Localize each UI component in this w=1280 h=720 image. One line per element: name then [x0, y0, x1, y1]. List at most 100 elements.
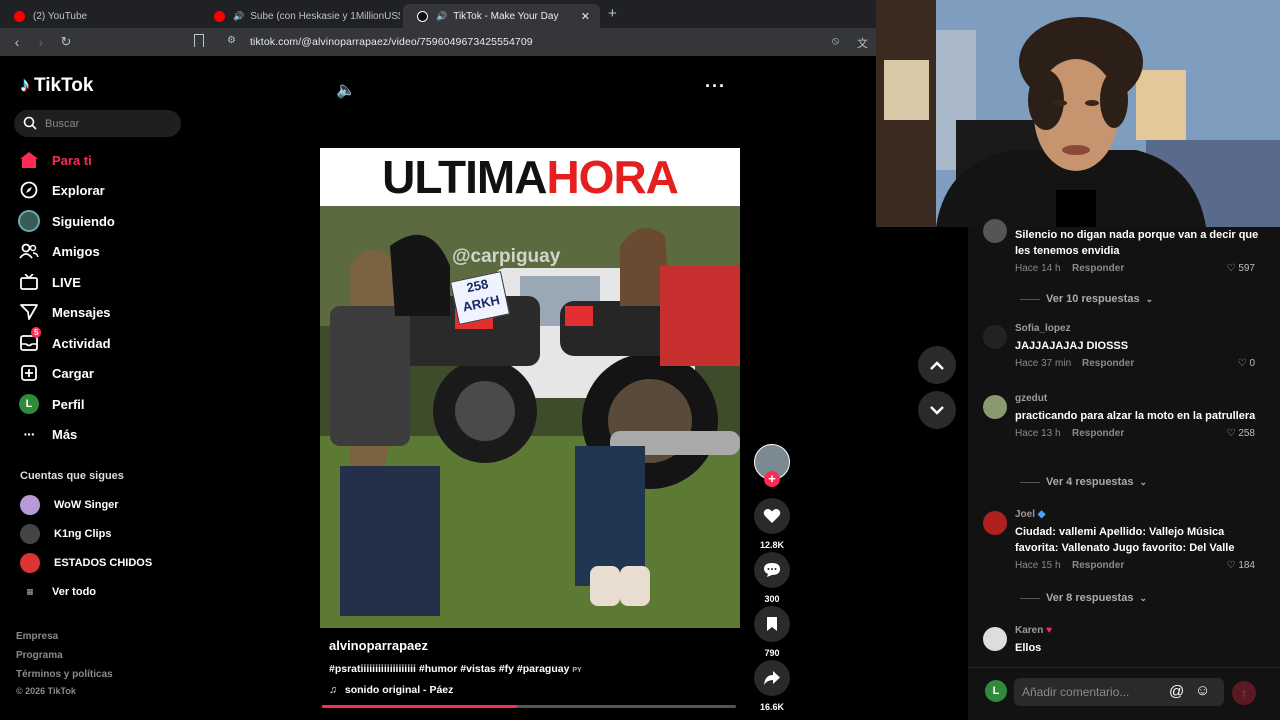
video-progress-track[interactable] [322, 705, 736, 708]
avatar[interactable] [983, 325, 1007, 349]
comment-meta: Hace 14 h Responder ♡ 597 [1015, 263, 1255, 274]
comment-like-button[interactable]: ♡ 184 [1227, 560, 1255, 571]
avatar[interactable] [983, 395, 1007, 419]
tiktok-logo[interactable]: ♪ TikTok [20, 74, 93, 97]
comment-text: Silencio no digan nada porque van a deci… [1015, 229, 1259, 257]
tab-youtube[interactable]: (2) YouTube [0, 4, 200, 28]
following-item[interactable]: K1ng Clips [20, 524, 111, 544]
webcam-image [876, 0, 1280, 227]
send-comment-button[interactable]: ↑ [1232, 681, 1256, 705]
forward-icon[interactable]: › [32, 33, 50, 51]
tracking-protection-icon[interactable]: ⦸ [832, 35, 839, 48]
reply-button[interactable]: Responder [1072, 560, 1124, 571]
youtube-icon [214, 10, 225, 22]
address-bar-row: ‹ › ↻ ⚙ tiktok.com/@alvinoparrapaez/vide… [0, 28, 876, 56]
new-tab-button[interactable]: + [608, 5, 617, 22]
tiktok-note-icon: ♪ [20, 74, 30, 96]
bookmark-button[interactable]: 790 [753, 606, 791, 658]
like-button[interactable]: 12.8K [753, 498, 791, 550]
reload-icon[interactable]: ↻ [57, 33, 75, 51]
follow-plus-icon[interactable]: + [764, 471, 780, 487]
nav-para-ti[interactable]: Para ti [18, 149, 92, 171]
comment-meta: Hace 37 min Responder ♡ 0 [1015, 358, 1255, 369]
view-replies-button[interactable]: Ver 8 respuestas ⌄ [1020, 592, 1147, 604]
back-icon[interactable]: ‹ [8, 33, 26, 51]
comment-item: Joel ◆ Ciudad: vallemi Apellido: Vallejo… [983, 509, 1260, 574]
view-replies-button[interactable]: Ver 4 respuestas ⌄ [1020, 476, 1147, 488]
video-watermark: @carpiguay [452, 246, 561, 267]
video-caption[interactable]: #psratiiiiiiiiiiiiiiiiiii #humor #vistas… [329, 663, 582, 675]
share-count: 16.6K [759, 702, 785, 712]
comment-author[interactable]: gzedut [1015, 393, 1260, 404]
nav-mas[interactable]: ··· Más [18, 423, 78, 445]
bookmark-page-icon[interactable] [194, 34, 204, 47]
notification-badge: 5 [31, 327, 42, 338]
following-item[interactable]: WoW Singer [20, 495, 119, 515]
following-header: Cuentas que sigues [20, 470, 124, 482]
send-icon [18, 301, 40, 323]
comment-author[interactable]: Sofia_lopez [1015, 323, 1260, 334]
reply-button[interactable]: Responder [1082, 358, 1134, 369]
profile-avatar-icon: L [18, 393, 40, 415]
list-icon: ≡ [26, 585, 34, 599]
volume-icon[interactable]: 🔈 [336, 80, 356, 100]
search-input[interactable]: Buscar [14, 110, 181, 137]
nav-live[interactable]: LIVE [18, 271, 81, 293]
chevron-down-icon: ⌄ [1145, 293, 1154, 304]
video-more-icon[interactable]: ··· [705, 76, 726, 97]
next-video-button[interactable] [918, 391, 956, 429]
comment-item: gzedut practicando para alzar la moto en… [983, 393, 1260, 442]
avatar[interactable] [983, 627, 1007, 651]
tab-youtube-music[interactable]: 🔊 Sube (con Heskasie y 1MillionUS$ [200, 4, 400, 28]
reply-button[interactable]: Responder [1072, 428, 1124, 439]
comment-like-button[interactable]: ♡ 0 [1238, 358, 1255, 369]
comment-like-button[interactable]: ♡ 597 [1227, 263, 1255, 274]
comment-input[interactable]: Añadir comentario... [1014, 678, 1224, 706]
more-dots-icon: ··· [23, 426, 36, 442]
video-player[interactable]: ULTIMA HORA 258 ARKH @carpiguay [320, 148, 740, 628]
footer-link[interactable]: Programa [16, 650, 63, 661]
site-info-icon[interactable]: ⚙ [227, 35, 236, 46]
share-button[interactable]: 16.6K [753, 660, 791, 712]
following-avatar-icon [18, 210, 40, 232]
mention-icon[interactable]: @ [1169, 683, 1184, 700]
reply-button[interactable]: Responder [1072, 263, 1124, 274]
music-note-icon: ♫ [329, 684, 337, 696]
comment-author[interactable]: Karen ♥ [1015, 625, 1260, 636]
footer-link[interactable]: Empresa [16, 631, 58, 642]
comment-item: Karen ♥ Ellos [983, 625, 1260, 656]
video-progress-fill [322, 705, 517, 708]
speaker-icon: 🔊 [436, 10, 448, 21]
copyright: © 2026 TikTok [16, 686, 76, 696]
compass-icon [18, 179, 40, 201]
video-sound[interactable]: ♫ sonido original - Páez [329, 684, 453, 696]
comment-like-button[interactable]: ♡ 258 [1227, 428, 1255, 439]
comment-author[interactable]: Joel ◆ [1015, 509, 1260, 520]
url-field[interactable]: tiktok.com/@alvinoparrapaez/video/759604… [250, 36, 533, 48]
translate-icon[interactable]: 文 [857, 35, 868, 51]
comment-button[interactable]: 300 [753, 552, 791, 604]
nav-siguiendo[interactable]: Siguiendo [18, 210, 115, 232]
live-tv-icon [18, 271, 40, 293]
tab-tiktok[interactable]: 🔊 TikTok - Make Your Day ✕ [403, 4, 600, 28]
nav-cargar[interactable]: Cargar [18, 362, 94, 384]
chevron-up-icon [930, 360, 944, 370]
following-item[interactable]: ESTADOS CHIDOS [20, 553, 152, 573]
browser-tab-bar: (2) YouTube 🔊 Sube (con Heskasie y 1Mill… [0, 0, 876, 28]
avatar[interactable] [983, 219, 1007, 243]
nav-perfil[interactable]: L Perfil [18, 393, 85, 415]
nav-explorar[interactable]: Explorar [18, 179, 105, 201]
view-replies-button[interactable]: Ver 10 respuestas ⌄ [1020, 293, 1153, 305]
nav-mensajes[interactable]: Mensajes [18, 301, 111, 323]
creator-avatar[interactable]: + [753, 444, 791, 487]
previous-video-button[interactable] [918, 346, 956, 384]
nav-actividad[interactable]: 5 Actividad [18, 327, 111, 354]
footer-link[interactable]: Términos y políticas [16, 669, 113, 680]
avatar[interactable] [983, 511, 1007, 535]
close-tab-icon[interactable]: ✕ [581, 10, 590, 23]
nav-amigos[interactable]: Amigos [18, 240, 100, 262]
avatar [20, 495, 40, 515]
video-author[interactable]: alvinoparrapaez [329, 638, 428, 653]
see-all-link[interactable]: ≡ Ver todo [20, 585, 96, 599]
emoji-icon[interactable]: ☺ [1195, 682, 1210, 699]
